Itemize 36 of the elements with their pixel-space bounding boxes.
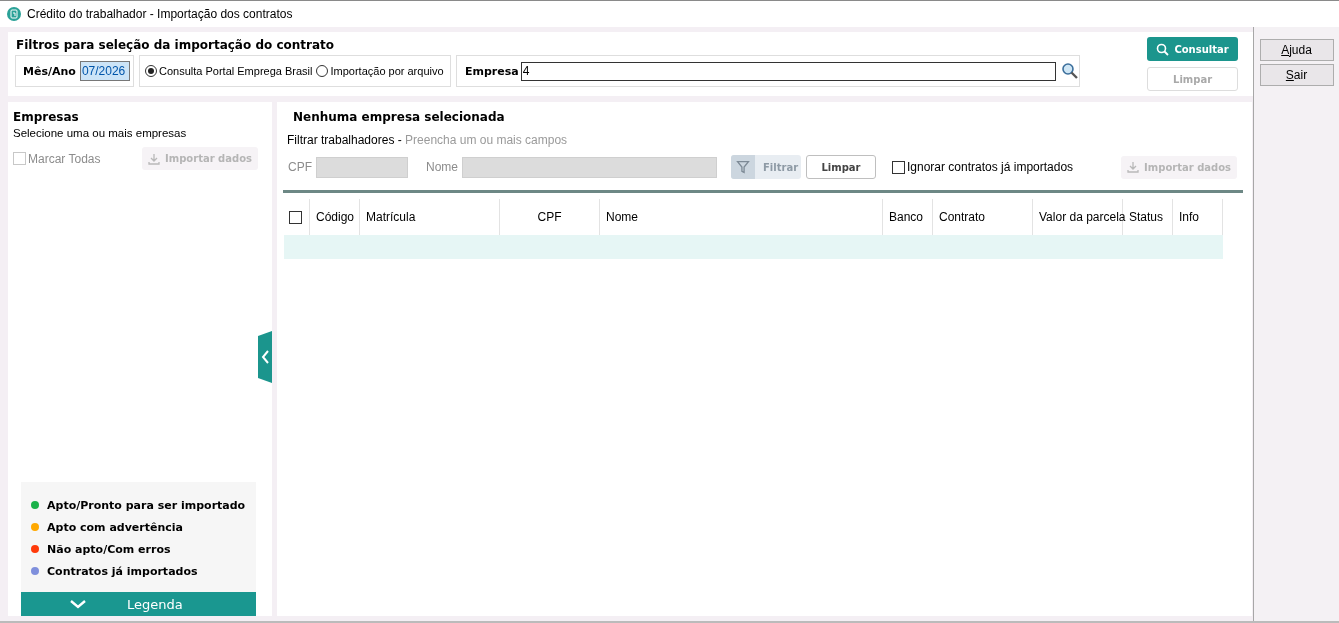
month-year-field[interactable]: 07/2026 [79,61,130,81]
chevron-down-icon [69,599,87,609]
field-label: CPF [288,160,312,174]
field-label: Mês/Ano [23,64,76,78]
legend-label: Apto com advertência [47,520,184,534]
legend-label: Apto/Pronto para ser importado [47,498,246,512]
filter-label: Filtrar trabalhadores - [287,133,403,147]
search-icon [1156,42,1170,56]
download-icon [1127,161,1140,173]
legend-label: Não apto/Com erros [47,542,171,556]
funnel-icon [731,155,755,179]
side-button[interactable]: Sair [1259,64,1334,86]
panel-title: Nenhuma empresa selecionada [292,109,506,126]
legend-label: Contratos já importados [47,564,198,578]
clear-button[interactable]: Limpar [806,155,876,179]
legend-toggle[interactable]: Legenda [21,592,256,616]
app-icon [7,7,21,21]
window-title: Crédito do trabalhador - Importação dos contratos [27,7,293,21]
ignore-imported-checkbox[interactable]: Ignorar contratos já importados [892,160,1074,174]
search-button[interactable]: Consultar [1147,37,1239,61]
panel-subtitle: Selecione uma ou mais empresas [12,127,188,139]
checkbox[interactable] [289,210,302,224]
panel-title: Empresas [12,109,80,126]
radio-option[interactable]: Importação por arquivo [316,65,444,77]
checkbox[interactable] [892,160,905,174]
company-field[interactable]: 4 [520,61,1057,81]
magnifier-icon[interactable] [1061,62,1079,80]
field-label: Nome [426,160,458,174]
section-title: Filtros para seleção da importação do contrato [15,37,336,54]
chevron-left-icon [261,350,269,364]
radio-option[interactable]: Consulta Portal Emprega Brasil [145,65,313,77]
filter-hint: Preencha um ou mais campos [405,133,568,147]
collapse-handle[interactable] [258,331,272,383]
side-button[interactable]: Ajuda [1259,39,1334,61]
field-label: Empresa [465,64,519,78]
download-icon [148,152,161,165]
